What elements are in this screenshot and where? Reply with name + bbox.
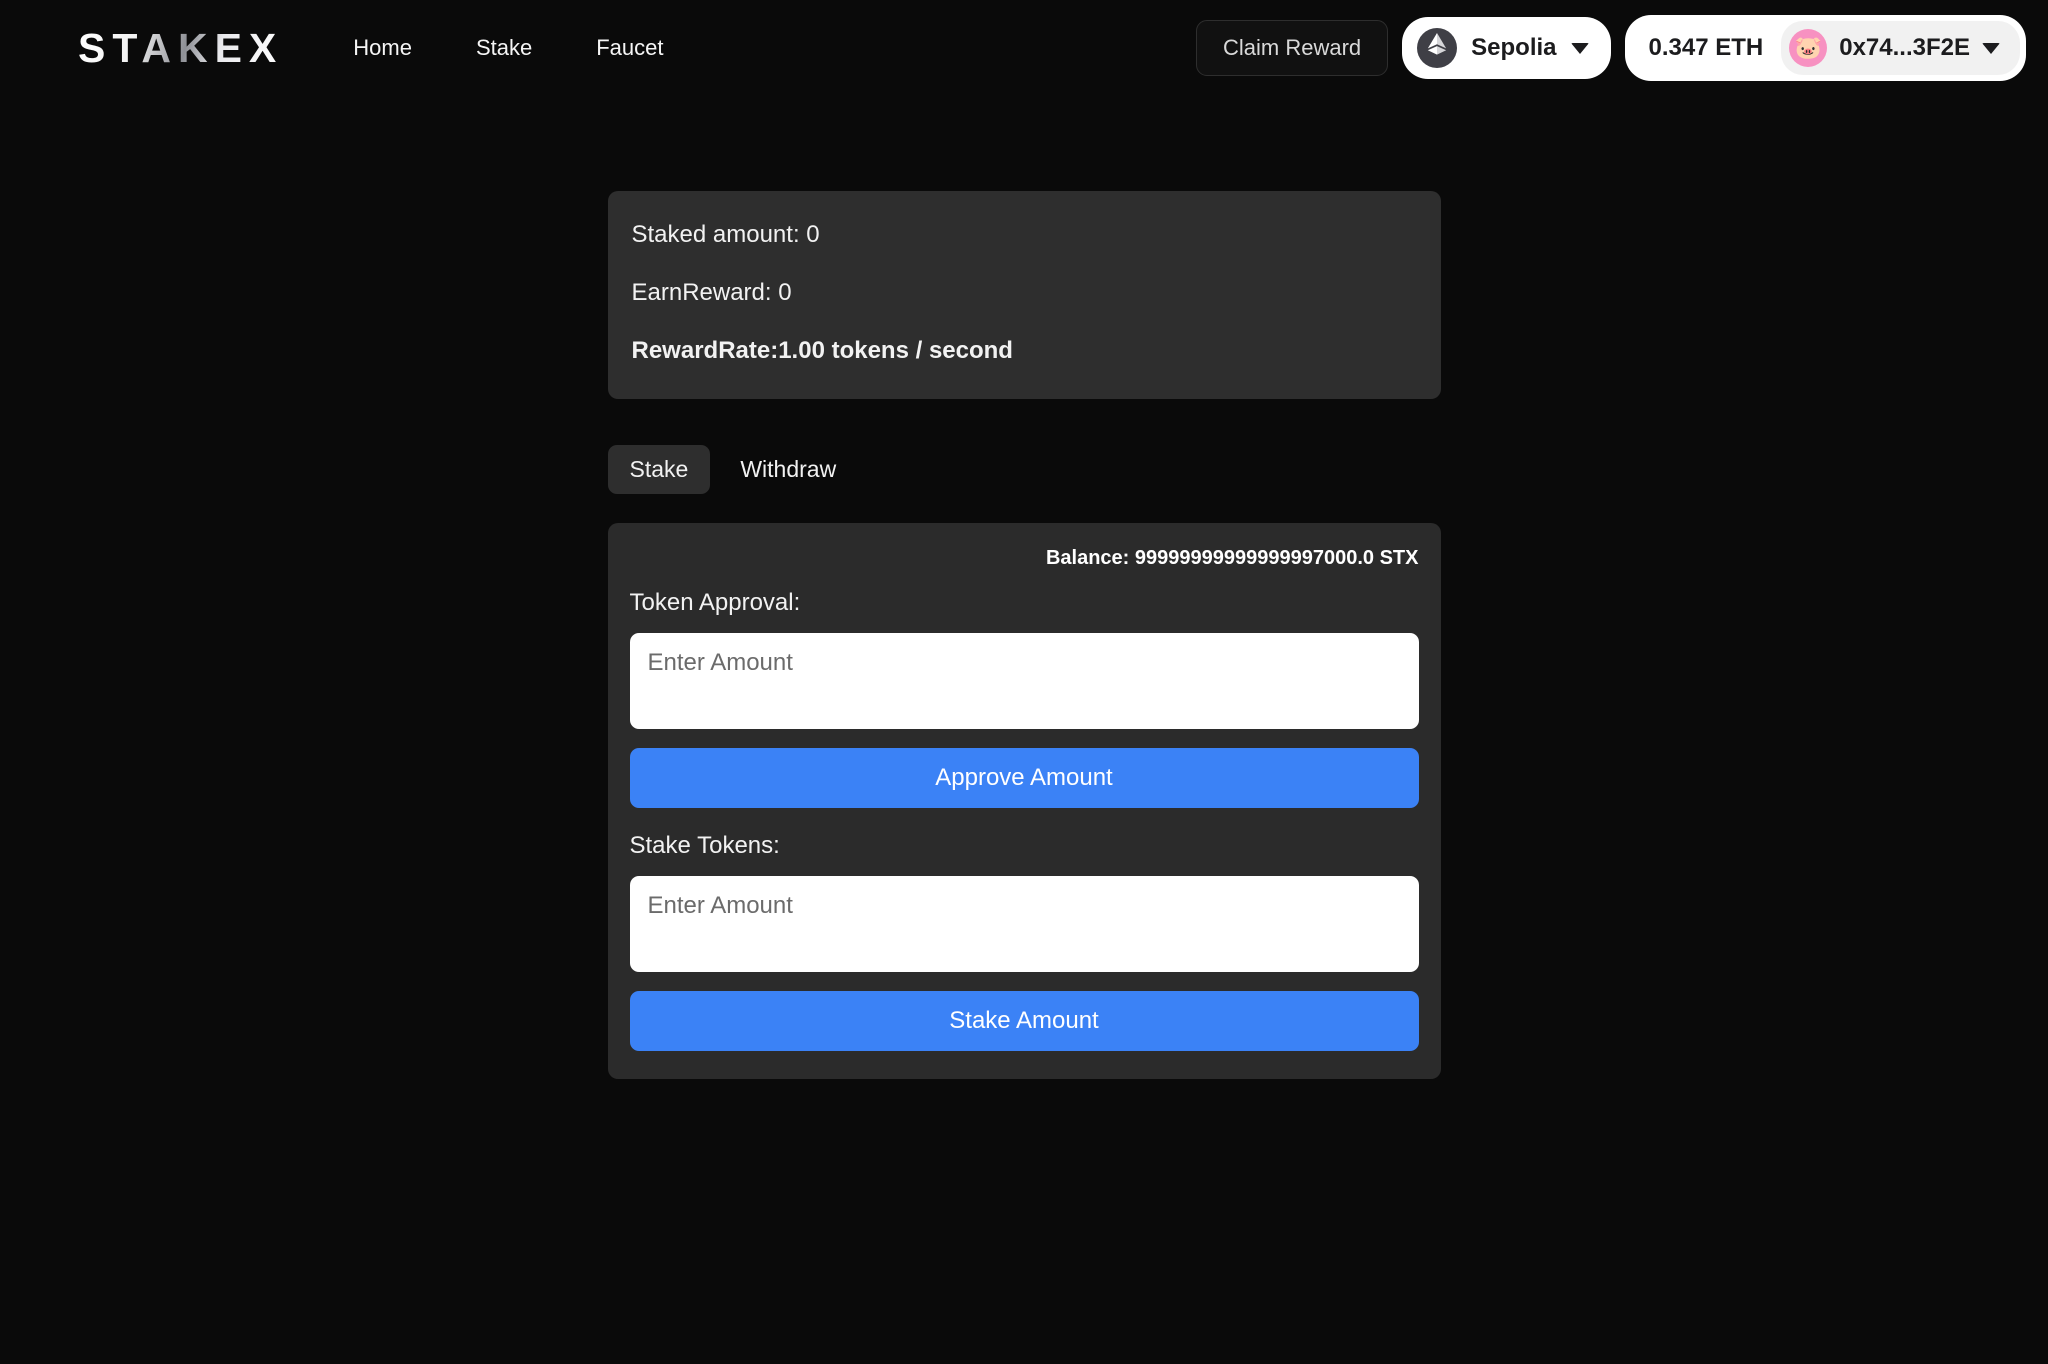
account-address-chip[interactable]: 🐷 0x74...3F2E xyxy=(1781,21,2020,75)
nav-item-faucet[interactable]: Faucet xyxy=(596,35,663,61)
approval-amount-input[interactable] xyxy=(629,633,1419,729)
app-logo[interactable]: STAKEX xyxy=(78,25,283,72)
token-approval-label: Token Approval: xyxy=(629,589,801,616)
network-name: Sepolia xyxy=(1471,34,1557,61)
avatar: 🐷 xyxy=(1789,29,1828,67)
network-selector[interactable]: Sepolia xyxy=(1402,17,1611,79)
ethereum-icon xyxy=(1417,28,1458,68)
account-pill[interactable]: 0.347 ETH 🐷 0x74...3F2E xyxy=(1624,15,2026,81)
tab-withdraw[interactable]: Withdraw xyxy=(718,445,858,494)
app-header: STAKEX Home Stake Faucet Claim Reward Se… xyxy=(0,0,2048,96)
approve-amount-button[interactable]: Approve Amount xyxy=(629,748,1419,808)
stake-form-card: Balance: 99999999999999997000.0 STX Toke… xyxy=(607,523,1441,1079)
mode-tabs: Stake Withdraw xyxy=(607,445,1441,494)
header-actions: Claim Reward Sepolia 0.347 ETH 🐷 0x74...… xyxy=(1195,15,2026,81)
account-address: 0x74...3F2E xyxy=(1839,34,1970,61)
stake-tokens-label: Stake Tokens: xyxy=(629,832,780,859)
nav-item-home[interactable]: Home xyxy=(353,35,412,61)
center-column: Staked amount: 0 EarnReward: 0 RewardRat… xyxy=(607,191,1441,1079)
reward-rate-text: RewardRate:1.00 tokens / second xyxy=(631,337,1013,364)
stake-amount-button[interactable]: Stake Amount xyxy=(629,991,1419,1051)
main-content: Staked amount: 0 EarnReward: 0 RewardRat… xyxy=(0,96,2048,1079)
eth-balance: 0.347 ETH xyxy=(1648,34,1764,61)
claim-reward-button[interactable]: Claim Reward xyxy=(1195,20,1389,76)
nav-item-stake[interactable]: Stake xyxy=(476,35,532,61)
earn-reward-text: EarnReward: 0 xyxy=(631,279,792,306)
main-navigation: Home Stake Faucet xyxy=(353,35,663,61)
stake-amount-input[interactable] xyxy=(629,876,1419,972)
token-balance-text: Balance: 99999999999999997000.0 STX xyxy=(1045,547,1419,569)
staked-amount-text: Staked amount: 0 xyxy=(631,221,820,248)
chevron-down-icon xyxy=(1982,42,2000,54)
tab-stake[interactable]: Stake xyxy=(607,445,711,494)
chevron-down-icon xyxy=(1570,42,1589,54)
staking-stats-card: Staked amount: 0 EarnReward: 0 RewardRat… xyxy=(607,191,1441,399)
